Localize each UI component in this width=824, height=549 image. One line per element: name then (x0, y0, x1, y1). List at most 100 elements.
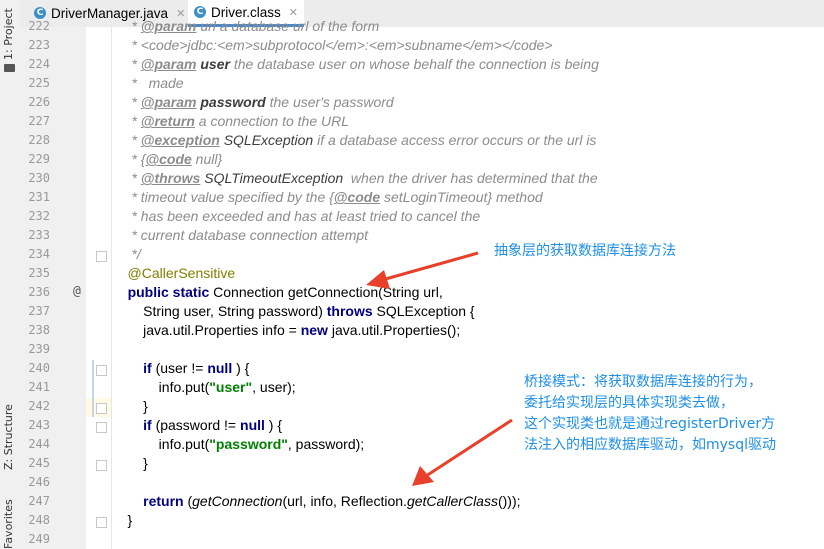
line-number: 235 (28, 266, 50, 280)
line-number: 248 (28, 513, 50, 527)
code-token: */ (112, 246, 141, 262)
code-line: * @param password the user's password (112, 93, 393, 112)
code-line: * @param user the database user on whose… (112, 55, 599, 74)
code-line: * {@code null} (112, 150, 222, 169)
favorites-tool-button[interactable]: Favorites (2, 499, 15, 549)
code-line: } (112, 511, 133, 530)
code-line: } (112, 397, 148, 416)
code-token: SQLTimeoutException (204, 170, 344, 186)
code-token: throws (326, 303, 373, 319)
code-token: * current database connection attempt (112, 227, 369, 243)
code-token: , user); (252, 379, 296, 395)
code-token: * (112, 94, 141, 110)
line-number: 222 (28, 19, 50, 33)
code-token: ) { (232, 360, 250, 376)
code-token: getCallerClass (406, 493, 498, 509)
code-token: * (112, 56, 141, 72)
fold-toggle-icon[interactable] (96, 422, 107, 433)
code-token: ())); (497, 493, 521, 509)
code-token: String user, String password) (112, 303, 327, 319)
code-token: * <code>jdbc:<em>subprotocol</em>:<em>su… (112, 37, 553, 53)
code-token: SQLException { (372, 303, 475, 319)
line-number: 233 (28, 228, 50, 242)
code-token: * (112, 132, 141, 148)
code-token: null} (191, 151, 223, 167)
structure-tool-button[interactable]: Z: Structure (2, 404, 15, 470)
code-token: url a database url of the form (196, 18, 380, 34)
code-token: java.util.Properties info = (112, 322, 301, 338)
line-number: 232 (28, 209, 50, 223)
code-line: * timeout value specified by the {@code … (112, 188, 543, 207)
override-gutter-icon[interactable]: @ (73, 284, 81, 299)
code-token: * made (112, 75, 184, 91)
code-token: when the driver has determined that the (343, 170, 598, 186)
fold-toggle-icon[interactable] (96, 251, 107, 262)
code-token: new (300, 322, 328, 338)
code-token: * has been exceeded and has at least tri… (112, 208, 481, 224)
line-number: 226 (28, 95, 50, 109)
code-token: public static (127, 284, 210, 300)
code-line: if (user != null ) { (112, 359, 249, 378)
code-token: } (112, 455, 148, 471)
line-number: 243 (28, 418, 50, 432)
code-line: return (getConnection(url, info, Reflect… (112, 492, 521, 511)
tool-window-sidebar: 1: Project Z: Structure Favorites (0, 0, 21, 549)
code-line: * @return a connection to the URL (112, 112, 349, 131)
line-number: 234 (28, 247, 50, 261)
code-token: java.util.Properties(); (327, 322, 461, 338)
code-line: */ (112, 245, 141, 264)
fold-toggle-icon[interactable] (96, 403, 107, 414)
annotation-abstract-layer: 抽象层的获取数据库连接方法 (494, 243, 676, 259)
line-number: 223 (28, 38, 50, 52)
line-number: 240 (28, 361, 50, 375)
code-token: the database user on whose behalf the co… (229, 56, 599, 72)
code-token: if a database access error occurs or the… (313, 132, 597, 148)
code-token: (url, info, Reflection. (282, 493, 407, 509)
line-number: 228 (28, 133, 50, 147)
code-token: ( (183, 493, 193, 509)
code-editor[interactable]: * @param url a database url of the form … (112, 18, 824, 549)
fold-toggle-icon[interactable] (96, 365, 107, 376)
code-token: info.put( (112, 379, 210, 395)
code-token: "password" (209, 436, 288, 452)
code-token: , password); (287, 436, 365, 452)
code-token: (password != (151, 417, 241, 433)
code-token: } (112, 398, 148, 414)
line-number: 238 (28, 323, 50, 337)
code-token: info.put( (112, 436, 210, 452)
code-token: if (143, 417, 152, 433)
fold-toggle-icon[interactable] (96, 517, 107, 528)
code-token: null (207, 360, 233, 376)
code-line: java.util.Properties info = new java.uti… (112, 321, 460, 340)
code-line: * current database connection attempt (112, 226, 368, 245)
line-number: 239 (28, 342, 50, 356)
code-line: String user, String password) throws SQL… (112, 302, 475, 321)
code-line: public static Connection getConnection(S… (112, 283, 443, 302)
code-token: @param (140, 94, 197, 110)
code-token: @exception (140, 132, 220, 148)
code-token: (user != (151, 360, 208, 376)
line-number: 242 (28, 399, 50, 413)
code-token: return (143, 493, 184, 509)
code-line: if (password != null ) { (112, 416, 282, 435)
code-token: password (200, 94, 266, 110)
line-number: 249 (28, 532, 50, 546)
annotation-bridge-pattern-1: 桥接模式：将获取数据库连接的行为， (524, 374, 762, 390)
code-token: * (112, 113, 141, 129)
line-number: 236 (28, 285, 50, 299)
code-token: @throws (140, 170, 201, 186)
project-tool-button[interactable]: 1: Project (2, 8, 15, 60)
code-token: ) { (264, 417, 283, 433)
line-number: 247 (28, 494, 50, 508)
folder-icon[interactable] (4, 64, 15, 72)
code-token: * (112, 170, 141, 186)
fold-toggle-icon[interactable] (96, 460, 107, 471)
line-number: 246 (28, 475, 50, 489)
line-number: 224 (28, 57, 50, 71)
annotation-bridge-pattern-4: 法注入的相应数据库驱动，如mysql驱动 (524, 437, 776, 453)
code-line: @CallerSensitive (112, 264, 236, 283)
code-token: setLoginTimeout} method (380, 189, 543, 205)
